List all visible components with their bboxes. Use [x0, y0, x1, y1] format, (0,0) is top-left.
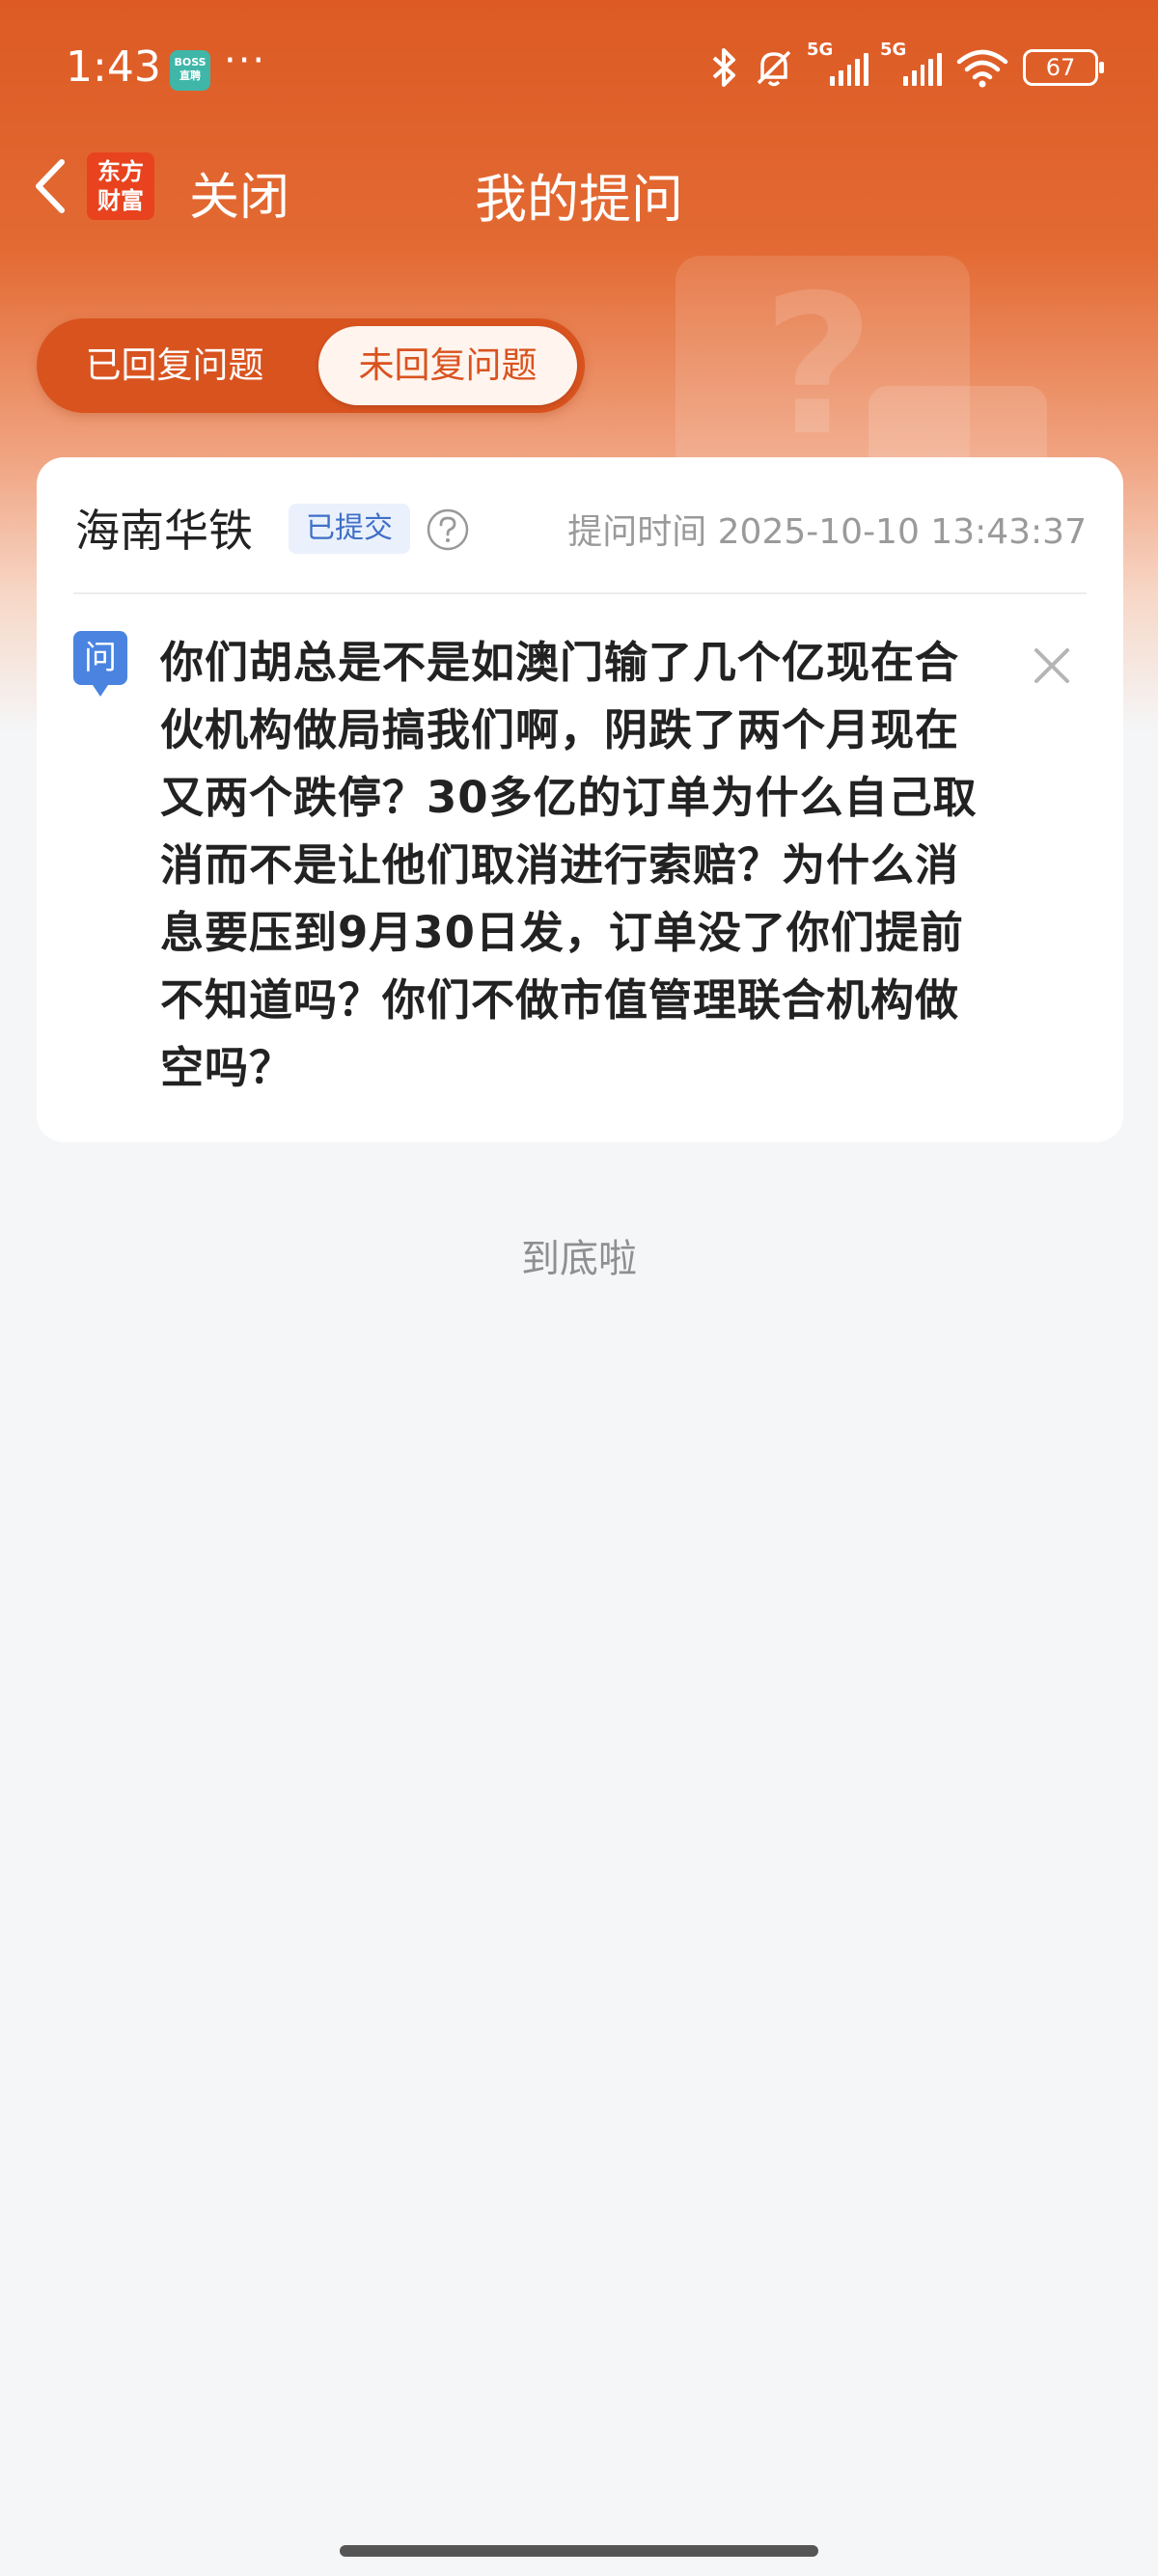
status-bar: 1:43 BOSS直聘 ··· 5G 5G 67: [0, 0, 1158, 135]
battery-icon: 67: [1023, 49, 1104, 86]
question-tabs: 已回复问题 未回复问题: [37, 318, 585, 413]
question-mark-decoration-icon: ?: [762, 254, 875, 479]
question-text: 你们胡总是不是如澳门输了几个亿现在合伙机构做局搞我们啊，阴跌了两个月现在又两个跌…: [160, 637, 978, 1093]
card-divider: [73, 592, 1087, 594]
battery-level: 67: [1045, 54, 1076, 81]
bluetooth-icon: [712, 48, 735, 87]
help-question-icon[interactable]: [426, 507, 470, 552]
wifi-icon: [956, 49, 1008, 88]
boss-app-notification-icon: BOSS直聘: [170, 50, 210, 91]
home-indicator[interactable]: [340, 2545, 818, 2557]
page: ? 1:43 BOSS直聘 ··· 5G 5G 67 东方财富 关闭 我的提问 …: [0, 0, 1158, 2576]
status-time: 1:43: [66, 42, 161, 92]
question-label-icon: 问: [73, 631, 127, 697]
cellular-signal-1-icon: 5G: [807, 40, 868, 86]
status-icons: 5G 5G 67: [710, 40, 1104, 93]
status-badge: 已提交: [289, 504, 410, 554]
cellular-signal-2-icon: 5G: [880, 40, 942, 86]
tab-unanswered-questions[interactable]: 未回复问题: [318, 326, 577, 405]
navigation-bar: 东方财富 关闭 我的提问: [0, 135, 1158, 241]
signal-2-label: 5G: [880, 40, 907, 60]
bell-muted-icon: [757, 50, 791, 87]
end-of-list-text: 到底啦: [521, 1237, 637, 1281]
question-card: 海南华铁 已提交 提问时间 2025-10-10 13:43:37 问 你们胡总…: [37, 457, 1123, 1142]
tab-answered-questions[interactable]: 已回复问题: [44, 326, 305, 405]
page-title: 我的提问: [475, 169, 683, 230]
more-notifications-icon: ···: [224, 39, 267, 83]
signal-1-label: 5G: [807, 40, 834, 60]
company-name[interactable]: 海南华铁: [75, 496, 253, 560]
ask-time: 提问时间 2025-10-10 13:43:37: [567, 512, 1087, 552]
close-icon[interactable]: [1029, 643, 1075, 689]
